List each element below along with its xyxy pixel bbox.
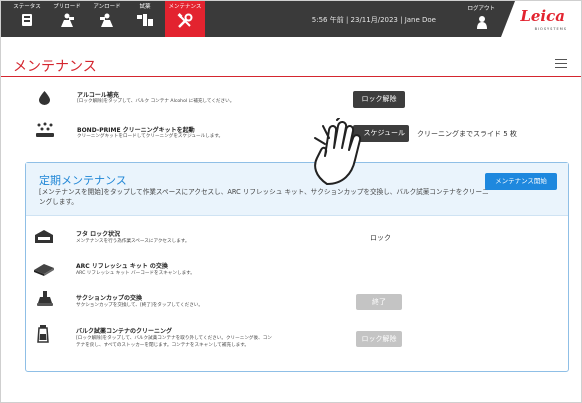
nav-reagents-label: 試薬 [139,4,151,10]
lid-lock-desc: メンテナンスを行う為作業スペースにアクセスします。 [76,239,190,244]
periodic-maintenance-title: 定期メンテナンス [39,174,127,187]
logo-wordmark: Leica [520,7,565,25]
lid-lock-title: フタ ロック状況 [76,231,121,238]
top-navigation-bar: ステータス プリロード アンロード 試薬 メンテナンス 5:56 午前 | 23… [1,1,581,37]
nav-preload-label: プリロード [53,4,81,10]
cleaning-kit-icon [36,122,54,137]
alcohol-unlock-button[interactable]: ロック解除 [353,91,405,108]
bulk-container-icon [37,325,49,343]
start-maintenance-button[interactable]: メンテナンス開始 [485,173,557,190]
nav-unload-label: アンロード [93,4,121,10]
nav-preload[interactable]: プリロード [47,1,87,37]
instrument-lid-icon [35,230,53,243]
arc-refresh-kit-icon [34,264,54,276]
page-title: メンテナンス [13,59,97,75]
nav-unload[interactable]: アンロード [87,1,127,37]
task-cleaning-kit-desc: クリーニングキットをロードしてクリーニングをスケジュールします。 [77,134,224,139]
suction-cup-desc: サクションカップを交換して、[終了]をタップしてください。 [76,303,203,308]
suction-cup-icon [37,291,53,306]
slides-until-cleaning-status: クリーニングまでスライド 5 枚 [417,130,517,138]
nav-status-label: ステータス [13,4,41,10]
reagents-icon [137,14,153,26]
leica-logo: Leica BIOSYSTEMS [501,1,581,37]
logo-subtitle: BIOSYSTEMS [534,27,567,31]
maintenance-tools-icon [177,13,193,28]
arc-kit-title: ARC リフレッシュ キット の交換 [76,263,168,270]
nav-status[interactable]: ステータス [7,1,47,37]
nav-maintenance-label: メンテナンス [168,4,202,10]
alcohol-drop-icon [39,91,50,105]
hamburger-menu-icon[interactable] [555,59,567,71]
time-date-user: 5:56 午前 | 23/11月/2023 | Jane Doe [311,16,436,24]
task-alcohol-title: アルコール補充 [77,92,119,99]
suction-cup-finish-button[interactable]: 終了 [356,294,402,310]
task-alcohol-desc: [ロック解除]をタップして、バルク コンテナ Alcohol に補充してください… [77,99,235,104]
preload-icon [61,13,74,27]
periodic-maintenance-header: 定期メンテナンス [メンテナンスを開始]をタップして作業スペースにアクセスし、A… [26,163,568,216]
lid-lock-status: ロック [370,234,391,242]
bulk-container-desc-line2: テナを戻し、すべてのストッカーを閉じます。コンテナをスキャンして補充します。 [76,343,250,348]
periodic-maintenance-desc: [メンテナンスを開始]をタップして作業スペースにアクセスし、ARC リフレッシュ… [39,188,489,206]
nav-maintenance[interactable]: メンテナンス [165,1,205,37]
bulk-container-title: バルク試薬コンテナのクリーニング [76,328,173,335]
bulk-container-desc-line1: [ロック解除]をタップして、バルク試薬コンテナを取り外してください。クリーニング… [76,336,272,341]
periodic-maintenance-panel: 定期メンテナンス [メンテナンスを開始]をタップして作業スペースにアクセスし、A… [25,162,569,372]
nav-reagents[interactable]: 試薬 [125,1,165,37]
title-divider [1,76,581,77]
task-cleaning-kit-title: BOND-PRIME クリーニングキットを起動 [77,127,195,134]
user-logout-icon[interactable] [476,15,488,29]
arc-kit-desc: ARC リフレッシュ キット バーコードをスキャンします。 [76,271,195,276]
maintenance-screen: ステータス プリロード アンロード 試薬 メンテナンス 5:56 午前 | 23… [0,0,582,403]
logout-label[interactable]: ログアウト [467,4,495,12]
status-rack-icon [22,14,32,26]
tap-hand-icon [314,118,362,185]
bulk-container-unlock-button[interactable]: ロック解除 [356,331,402,347]
unload-icon [100,13,113,27]
suction-cup-title: サクションカップの交換 [76,295,143,302]
